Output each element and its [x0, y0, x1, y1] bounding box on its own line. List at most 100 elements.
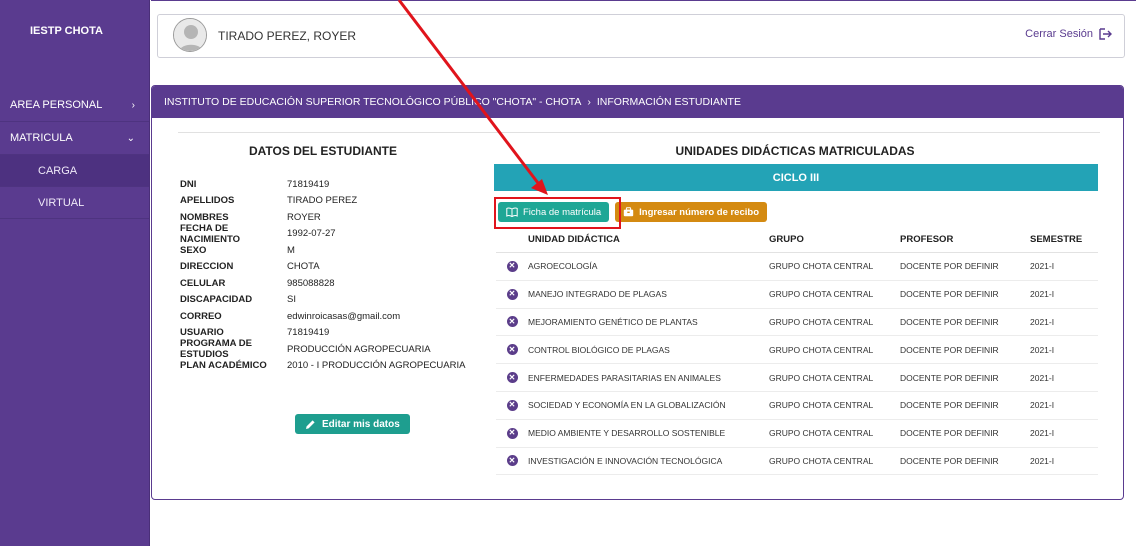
info-row-plan: PLAN ACADÉMICO 2010 - I PRODUCCIÓN AGROPE… — [178, 358, 468, 375]
remove-circle-icon[interactable]: ✕ — [506, 399, 518, 411]
unit-name: SOCIEDAD Y ECONOMÍA EN LA GLOBALIZACIÓN — [528, 400, 726, 411]
info-row-dni: DNI 71819419 — [178, 176, 468, 193]
student-data-list: DNI 71819419 APELLIDOS TIRADO PEREZ NOMBRE… — [178, 176, 468, 374]
info-value: 71819419 — [287, 327, 330, 339]
ingresar-recibo-button[interactable]: Ingresar número de recibo — [615, 202, 767, 222]
chevron-down-icon: ⌄ — [126, 132, 135, 144]
remove-circle-icon[interactable]: ✕ — [506, 427, 518, 439]
user-card: TIRADO PEREZ, ROYER Cerrar Sesión — [157, 14, 1125, 58]
breadcrumb-separator: › — [587, 96, 591, 108]
unit-group: GRUPO CHOTA CENTRAL — [769, 455, 874, 466]
info-label: CORREO — [180, 310, 222, 322]
remove-circle-icon[interactable]: ✕ — [506, 344, 518, 356]
remove-circle-icon[interactable]: ✕ — [506, 372, 518, 384]
info-row-apellidos: APELLIDOS TIRADO PEREZ — [178, 193, 468, 210]
units-title: UNIDADES DIDÁCTICAS MATRICULADAS — [675, 144, 915, 158]
info-value: 1992-07-27 — [287, 228, 336, 240]
breadcrumb: INSTITUTO DE EDUCACIÓN SUPERIOR TECNOLÓG… — [152, 86, 1123, 118]
receipt-icon — [623, 207, 634, 217]
remove-circle-icon[interactable]: ✕ — [506, 288, 518, 300]
table-row: ✕ MANEJO INTEGRADO DE PLAGAS GRUPO CHOTA… — [496, 281, 1098, 309]
column-header-semestre: SEMESTRE — [1030, 233, 1083, 245]
info-label: DIRECCION — [180, 261, 234, 273]
logout-label: Cerrar Sesión — [1025, 28, 1093, 40]
breadcrumb-root[interactable]: INSTITUTO DE EDUCACIÓN SUPERIOR TECNOLÓG… — [164, 96, 581, 108]
info-label: DNI — [180, 178, 197, 190]
cycle-banner: CICLO III — [494, 164, 1098, 191]
pencil-icon — [306, 419, 315, 429]
unit-semester: 2021-I — [1030, 289, 1055, 300]
info-value: TIRADO PEREZ — [287, 195, 358, 207]
unit-name: ENFERMEDADES PARASITARIAS EN ANIMALES — [528, 372, 721, 383]
info-value: CHOTA — [287, 261, 320, 273]
sidebar-subitem-virtual[interactable]: VIRTUAL — [0, 187, 149, 219]
units-actions: Ficha de matrícula Ingresar número de re… — [494, 197, 767, 229]
units-section: UNIDADES DIDÁCTICAS MATRICULADAS CICLO I… — [492, 134, 1098, 476]
table-row: ✕ INVESTIGACIÓN E INNOVACIÓN TECNOLÓGICA… — [496, 448, 1098, 476]
unit-group: GRUPO CHOTA CENTRAL — [769, 261, 874, 272]
column-header-unidad: UNIDAD DIDÁCTICA — [528, 233, 620, 245]
unit-semester: 2021-I — [1030, 344, 1055, 355]
unit-name: MEDIO AMBIENTE Y DESARROLLO SOSTENIBLE — [528, 428, 726, 439]
unit-semester: 2021-I — [1030, 455, 1055, 466]
unit-semester: 2021-I — [1030, 372, 1055, 383]
unit-group: GRUPO CHOTA CENTRAL — [769, 289, 874, 300]
unit-teacher: DOCENTE POR DEFINIR — [900, 289, 999, 300]
info-label: SEXO — [180, 244, 207, 256]
top-bar: TIRADO PEREZ, ROYER Cerrar Sesión — [151, 0, 1136, 58]
remove-circle-icon[interactable]: ✕ — [506, 455, 518, 467]
unit-semester: 2021-I — [1030, 400, 1055, 411]
info-value: 2010 - I PRODUCCIÓN AGROPECUARIA — [287, 360, 466, 372]
logout-icon — [1099, 28, 1112, 40]
edit-data-button[interactable]: Editar mis datos — [295, 414, 410, 434]
info-label: APELLIDOS — [180, 195, 235, 207]
student-data-section: DATOS DEL ESTUDIANTE DNI 71819419 APELLID… — [178, 134, 468, 434]
info-label: NOMBRES — [180, 211, 229, 223]
unit-group: GRUPO CHOTA CENTRAL — [769, 344, 874, 355]
table-row: ✕ ENFERMEDADES PARASITARIAS EN ANIMALES … — [496, 364, 1098, 392]
user-name: TIRADO PEREZ, ROYER — [218, 29, 357, 43]
info-label: DISCAPACIDAD — [180, 294, 253, 306]
remove-circle-icon[interactable]: ✕ — [506, 260, 518, 272]
unit-name: INVESTIGACIÓN E INNOVACIÓN TECNOLÓGICA — [528, 455, 723, 466]
info-row-fecha-nacimiento: FECHA DE NACIMIENTO 1992-07-27 — [178, 223, 468, 245]
table-row: ✕ AGROECOLOGÍA GRUPO CHOTA CENTRAL DOCEN… — [496, 253, 1098, 281]
info-row-direccion: DIRECCION CHOTA — [178, 259, 468, 276]
unit-group: GRUPO CHOTA CENTRAL — [769, 400, 874, 411]
sidebar-item-area-personal[interactable]: AREA PERSONAL › — [0, 89, 149, 122]
remove-circle-icon[interactable]: ✕ — [506, 316, 518, 328]
sidebar-item-label: MATRICULA — [10, 132, 73, 144]
info-value: 71819419 — [287, 178, 330, 190]
unit-semester: 2021-I — [1030, 428, 1055, 439]
info-row-discapacidad: DISCAPACIDAD SI — [178, 292, 468, 309]
highlight-box — [494, 197, 621, 229]
breadcrumb-current: INFORMACIÓN ESTUDIANTE — [596, 96, 741, 108]
unit-group: GRUPO CHOTA CENTRAL — [769, 428, 874, 439]
chevron-right-icon: › — [131, 99, 135, 111]
table-row: ✕ MEJORAMIENTO GENÉTICO DE PLANTAS GRUPO… — [496, 309, 1098, 337]
info-row-sexo: SEXO M — [178, 242, 468, 259]
table-row: ✕ SOCIEDAD Y ECONOMÍA EN LA GLOBALIZACIÓ… — [496, 392, 1098, 420]
divider — [178, 132, 1100, 133]
info-label: PLAN ACADÉMICO — [180, 360, 267, 372]
table-row: ✕ CONTROL BIOLÓGICO DE PLAGAS GRUPO CHOT… — [496, 336, 1098, 365]
info-row-correo: CORREO edwinroicasas@gmail.com — [178, 308, 468, 325]
sidebar-item-matricula[interactable]: MATRICULA ⌄ — [0, 122, 149, 155]
unit-name: MANEJO INTEGRADO DE PLAGAS — [528, 289, 667, 300]
unit-group: GRUPO CHOTA CENTRAL — [769, 372, 874, 383]
ingresar-recibo-label: Ingresar número de recibo — [639, 206, 759, 218]
unit-teacher: DOCENTE POR DEFINIR — [900, 372, 999, 383]
ficha-matricula-button[interactable]: Ficha de matrícula — [494, 197, 621, 229]
table-row: ✕ MEDIO AMBIENTE Y DESARROLLO SOSTENIBLE… — [496, 420, 1098, 448]
sidebar-subitem-carga[interactable]: CARGA — [0, 155, 149, 187]
unit-teacher: DOCENTE POR DEFINIR — [900, 428, 999, 439]
avatar[interactable] — [173, 18, 207, 52]
units-table: UNIDAD DIDÁCTICA GRUPO PROFESOR SEMESTRE… — [496, 226, 1098, 476]
unit-teacher: DOCENTE POR DEFINIR — [900, 455, 999, 466]
unit-name: AGROECOLOGÍA — [528, 261, 598, 272]
unit-teacher: DOCENTE POR DEFINIR — [900, 400, 999, 411]
info-row-programa: PROGRAMA DE ESTUDIOS PRODUCCIÓN AGROPECUA… — [178, 338, 468, 360]
column-header-profesor: PROFESOR — [900, 233, 954, 245]
logout-link[interactable]: Cerrar Sesión — [1025, 28, 1112, 40]
unit-name: MEJORAMIENTO GENÉTICO DE PLANTAS — [528, 316, 698, 327]
